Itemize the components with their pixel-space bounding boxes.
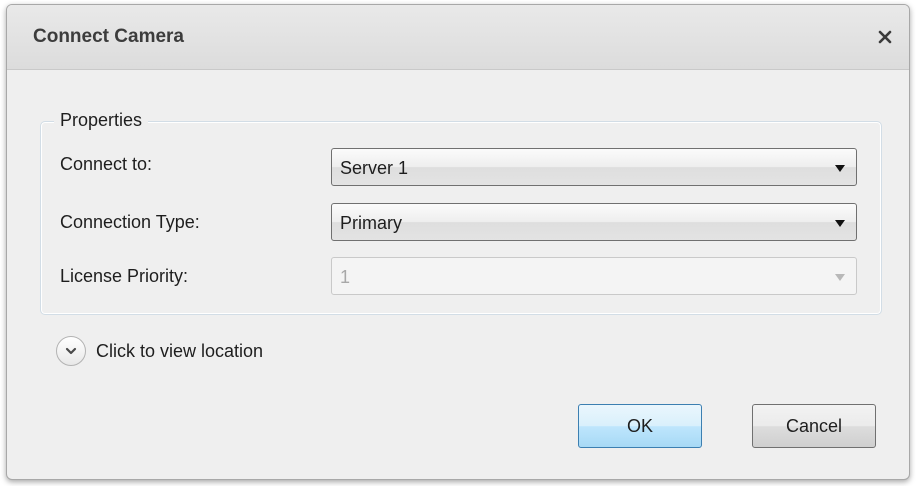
close-icon bbox=[878, 30, 892, 44]
title-bar: Connect Camera bbox=[7, 5, 909, 70]
close-button[interactable] bbox=[871, 23, 899, 51]
chevron-down-icon bbox=[56, 336, 86, 366]
dropdown-arrow-icon bbox=[835, 220, 845, 227]
properties-legend: Properties bbox=[54, 110, 149, 131]
cancel-button[interactable]: Cancel bbox=[752, 404, 876, 448]
connect-to-select[interactable]: Server 1 bbox=[331, 148, 857, 186]
dropdown-arrow-icon bbox=[835, 274, 845, 281]
connect-to-label: Connect to: bbox=[60, 154, 153, 174]
ok-button[interactable]: OK bbox=[578, 404, 702, 448]
view-location-expander[interactable]: Click to view location bbox=[56, 336, 263, 366]
dialog-title: Connect Camera bbox=[33, 26, 184, 47]
connect-to-value: Server 1 bbox=[340, 158, 409, 178]
connection-type-select[interactable]: Primary bbox=[331, 203, 857, 241]
license-priority-select: 1 bbox=[331, 257, 857, 295]
connection-type-value: Primary bbox=[340, 213, 402, 233]
license-priority-label: License Priority: bbox=[60, 266, 189, 286]
dropdown-arrow-icon bbox=[835, 165, 845, 172]
connection-type-label: Connection Type: bbox=[60, 212, 200, 232]
license-priority-value: 1 bbox=[340, 267, 351, 287]
view-location-label: Click to view location bbox=[96, 340, 264, 361]
